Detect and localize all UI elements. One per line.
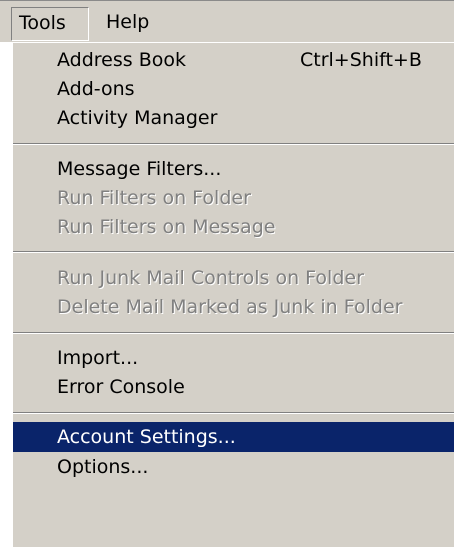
menu-separator <box>13 332 454 334</box>
menu-separator <box>13 251 454 253</box>
menu-item-message-filters[interactable]: Message Filters... <box>13 154 454 184</box>
options-label: Options... <box>57 456 149 478</box>
menu-separator <box>13 412 454 414</box>
activity-manager-label: Activity Manager <box>57 107 218 129</box>
menu-item-run-filters-on-message: Run Filters on Message <box>13 212 454 242</box>
menu-item-options[interactable]: Options... <box>13 452 454 482</box>
menu-item-error-console[interactable]: Error Console <box>13 372 454 402</box>
menu-help-label: Help <box>106 11 150 33</box>
run-filters-on-folder-label: Run Filters on Folder <box>57 187 251 209</box>
delete-junk-mail-label: Delete Mail Marked as Junk in Folder <box>57 296 403 318</box>
message-filters-label: Message Filters... <box>57 158 222 180</box>
menu-bar: Tools Help <box>0 0 454 42</box>
menu-item-run-filters-on-folder: Run Filters on Folder <box>13 183 454 213</box>
menu-tools-label: Tools <box>19 12 66 34</box>
menu-separator <box>13 143 454 145</box>
menu-item-delete-junk-mail: Delete Mail Marked as Junk in Folder <box>13 292 454 322</box>
menu-item-import[interactable]: Import... <box>13 343 454 373</box>
menu-item-address-book[interactable]: Address Book Ctrl+Shift+B <box>13 45 454 75</box>
address-book-shortcut: Ctrl+Shift+B <box>300 49 422 71</box>
menu-item-run-junk-mail-controls: Run Junk Mail Controls on Folder <box>13 263 454 293</box>
account-settings-label: Account Settings... <box>57 426 236 448</box>
run-filters-on-message-label: Run Filters on Message <box>57 216 276 238</box>
menu-item-add-ons[interactable]: Add-ons <box>13 74 454 104</box>
menu-help[interactable]: Help <box>98 7 158 41</box>
menu-tools[interactable]: Tools <box>11 7 89 41</box>
add-ons-label: Add-ons <box>57 78 135 100</box>
address-book-label: Address Book <box>57 49 186 71</box>
menu-item-activity-manager[interactable]: Activity Manager <box>13 103 454 133</box>
error-console-label: Error Console <box>57 376 185 398</box>
import-label: Import... <box>57 347 139 369</box>
menu-item-account-settings[interactable]: Account Settings... <box>13 422 454 452</box>
run-junk-mail-controls-label: Run Junk Mail Controls on Folder <box>57 267 364 289</box>
tools-dropdown-menu: Address Book Ctrl+Shift+B Add-ons Activi… <box>11 42 454 547</box>
